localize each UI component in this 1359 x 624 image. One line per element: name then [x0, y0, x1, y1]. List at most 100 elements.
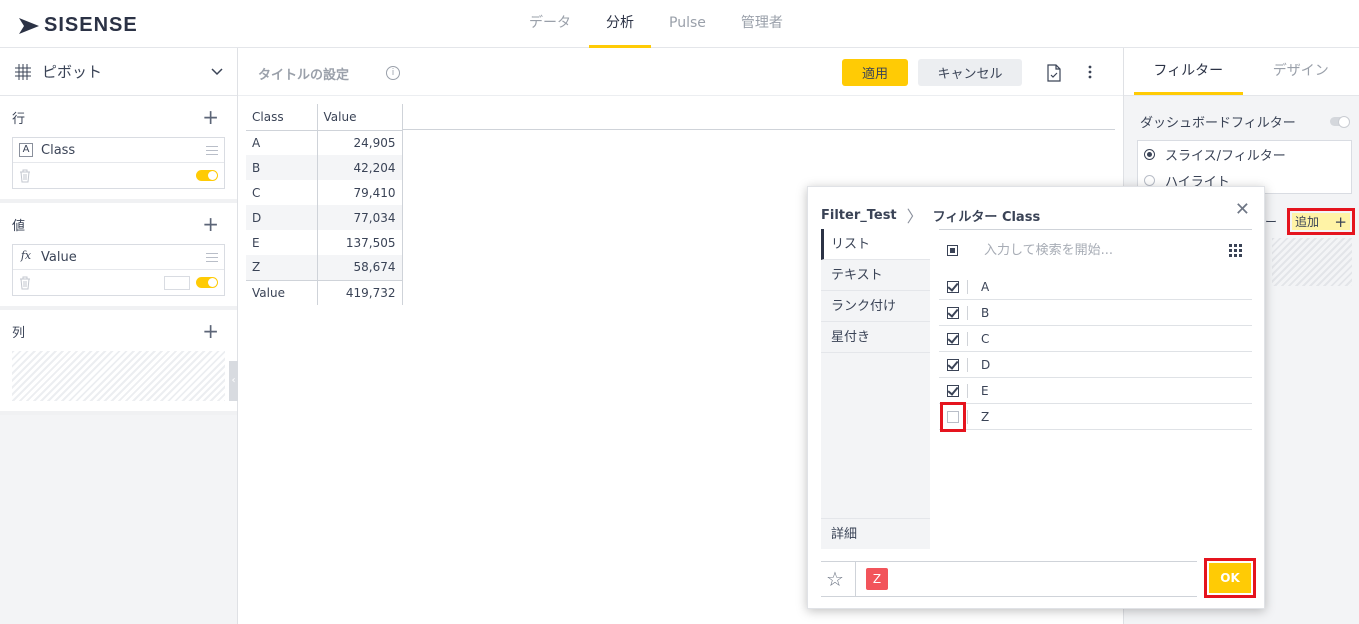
tab-text[interactable]: テキスト	[821, 260, 930, 291]
ok-highlight-box: OK	[1204, 558, 1256, 598]
field-menu-icon[interactable]	[206, 145, 218, 155]
trash-icon[interactable]	[19, 169, 31, 183]
checkbox-checked[interactable]	[947, 332, 959, 345]
grid-options-icon[interactable]	[1229, 243, 1242, 257]
table-total-row: Value 419,732	[246, 279, 403, 305]
widget-type-selector[interactable]: ピボット	[0, 48, 237, 96]
nav-tab-data[interactable]: データ	[512, 0, 588, 48]
pivot-header-class[interactable]: Class	[246, 104, 318, 131]
filter-type-tabs: リスト テキスト ランク付け 星付き 詳細	[821, 229, 930, 549]
add-row-plus-icon[interactable]: +	[202, 107, 219, 127]
radio-unselected-icon	[1144, 174, 1155, 186]
columns-title: 列	[12, 326, 26, 341]
table-row: D 77,034	[246, 205, 403, 230]
table-row: E 137,505	[246, 230, 403, 255]
brand-name: SISENSE	[44, 14, 138, 36]
list-item[interactable]: C	[939, 326, 1252, 352]
values-title: 値	[12, 219, 26, 234]
values-section: 値 + fx Value	[0, 203, 237, 310]
document-check-icon[interactable]	[1046, 64, 1062, 82]
widget-type-label: ピボット	[42, 63, 103, 81]
row-field-class: A Class	[12, 137, 225, 189]
tab-starred[interactable]: 星付き	[821, 322, 930, 353]
table-row: B 42,204	[246, 155, 403, 180]
add-column-plus-icon[interactable]: +	[202, 321, 219, 341]
top-bar: SISENSE データ 分析 Pulse 管理者	[0, 0, 1359, 48]
search-input[interactable]	[984, 242, 1204, 258]
pivot-header-rule	[402, 129, 1115, 130]
select-all-checkbox[interactable]	[947, 244, 958, 256]
add-filter-button[interactable]: 追加 +	[1292, 212, 1350, 231]
member-search	[939, 237, 1252, 263]
value-field-toggle[interactable]	[196, 277, 218, 288]
widget-header: タイトルの設定 i 適用 キャンセル	[238, 48, 1123, 96]
value-field-value: fx Value	[12, 244, 225, 296]
columns-drop-zone[interactable]	[12, 351, 225, 401]
checkbox-checked[interactable]	[947, 306, 959, 319]
info-icon[interactable]: i	[386, 66, 400, 80]
list-item[interactable]: A	[939, 274, 1252, 300]
add-filter-label: 追加	[1295, 215, 1320, 229]
list-item[interactable]: E	[939, 378, 1252, 404]
formula-type-icon: fx	[20, 249, 32, 262]
tab-design[interactable]: デザイン	[1243, 48, 1359, 95]
field-menu-icon[interactable]	[206, 252, 218, 262]
add-filter-highlight: 追加 +	[1287, 208, 1355, 235]
member-list: A B C D E Z	[939, 274, 1252, 432]
chevron-right-icon: 〉	[906, 207, 923, 226]
pivot-table: Class Value A 24,905 B 42,204 C 79,410 D 77,…	[246, 104, 403, 305]
nav-tab-pulse[interactable]: Pulse	[652, 0, 723, 48]
tab-filter[interactable]: フィルター	[1134, 48, 1243, 95]
nav-tab-analytics[interactable]: 分析	[589, 0, 651, 48]
ok-button[interactable]: OK	[1209, 563, 1251, 593]
plus-icon: +	[1334, 212, 1347, 231]
mode-slice-label: スライス/フィルター	[1165, 148, 1286, 164]
sisense-logo-icon	[19, 17, 39, 34]
color-swatch[interactable]	[164, 275, 190, 290]
tab-list[interactable]: リスト	[821, 229, 930, 260]
list-item[interactable]: B	[939, 300, 1252, 326]
right-tabs: フィルター デザイン	[1124, 48, 1359, 96]
tab-ranking[interactable]: ランク付け	[821, 291, 930, 322]
close-icon[interactable]: ✕	[1235, 199, 1250, 220]
checkbox-checked[interactable]	[947, 280, 959, 293]
widget-filter-label-fragment: ー	[1265, 215, 1278, 229]
breadcrumb-source: Filter_Test	[821, 207, 897, 223]
row-field-toggle[interactable]	[196, 170, 218, 181]
nav-tab-admin[interactable]: 管理者	[724, 0, 800, 48]
row-field-name[interactable]: Class	[41, 143, 206, 158]
dialog-breadcrumb: Filter_Test 〉 フィルター Class	[821, 203, 1040, 227]
checkbox-checked[interactable]	[947, 384, 959, 397]
widget-data-panel: ピボット 行 + A Class 値 + fx Value 列 + ‹	[0, 48, 238, 624]
value-field-name[interactable]: Value	[41, 250, 206, 265]
widget-title-input[interactable]: タイトルの設定	[258, 64, 349, 83]
columns-section: 列 +	[0, 310, 237, 415]
add-value-plus-icon[interactable]: +	[202, 214, 219, 234]
dashboard-filter-label: ダッシュボードフィルター	[1140, 116, 1296, 131]
dashboard-filter-toggle[interactable]	[1330, 116, 1350, 128]
list-item[interactable]: Z	[939, 402, 1252, 432]
more-vertical-icon[interactable]	[1088, 64, 1092, 80]
rows-title: 行	[12, 112, 26, 127]
star-icon[interactable]: ☆	[826, 567, 844, 591]
table-row: C 79,410	[246, 180, 403, 205]
collapse-panel-handle[interactable]: ‹	[229, 361, 238, 401]
mode-slice-option[interactable]: スライス/フィルター	[1138, 141, 1351, 167]
main-nav: データ 分析 Pulse 管理者	[512, 0, 801, 48]
excluded-member-chip[interactable]: Z	[866, 568, 888, 590]
cancel-button[interactable]: キャンセル	[918, 59, 1022, 86]
text-type-icon: A	[19, 143, 33, 157]
tab-advanced[interactable]: 詳細	[821, 518, 930, 549]
breadcrumb-target: フィルター Class	[932, 209, 1041, 225]
pivot-header-value[interactable]: Value	[317, 104, 403, 131]
unchecked-highlight-box	[940, 402, 966, 432]
trash-icon[interactable]	[19, 276, 31, 290]
filter-drop-zone[interactable]	[1272, 238, 1352, 286]
radio-selected-icon	[1144, 148, 1155, 160]
chevron-down-icon	[211, 67, 223, 75]
checkbox-checked[interactable]	[947, 358, 959, 371]
table-row: Z 58,674	[246, 255, 403, 280]
sisense-logo[interactable]: SISENSE	[18, 14, 138, 37]
apply-button[interactable]: 適用	[842, 59, 908, 86]
list-item[interactable]: D	[939, 352, 1252, 378]
